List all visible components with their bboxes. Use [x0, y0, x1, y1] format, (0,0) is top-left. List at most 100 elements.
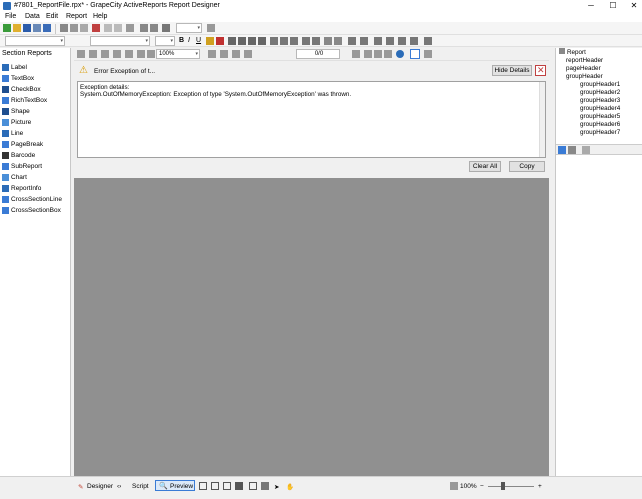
tree-item[interactable]: groupHeader5 — [580, 113, 620, 120]
tree-item[interactable]: groupHeader — [566, 73, 603, 80]
tool-label[interactable]: Label — [2, 63, 68, 74]
grid-icon[interactable] — [410, 37, 418, 45]
refresh-icon[interactable] — [396, 50, 404, 58]
save-all-icon[interactable] — [33, 24, 41, 32]
pan-icon[interactable] — [207, 24, 215, 32]
tree-item[interactable]: groupHeader4 — [580, 105, 620, 112]
order-icon[interactable] — [386, 37, 394, 45]
find-preview-icon[interactable] — [125, 50, 133, 58]
pointer-icon[interactable]: ➤ — [274, 483, 279, 491]
hand-tool-icon[interactable]: ✋ — [286, 483, 294, 491]
maximize-button[interactable]: ☐ — [606, 0, 620, 12]
align-justify-icon[interactable] — [258, 37, 266, 45]
zoom-in-button[interactable]: + — [538, 483, 542, 490]
tool-picture[interactable]: Picture — [2, 118, 68, 129]
new-icon[interactable] — [3, 24, 11, 32]
tool-richtextbox[interactable]: RichTextBox — [2, 96, 68, 107]
back-icon[interactable] — [374, 50, 382, 58]
font-combo[interactable]: ▾ — [90, 36, 150, 46]
tool-pagebreak[interactable]: PageBreak — [2, 140, 68, 151]
layout-icon[interactable] — [348, 37, 356, 45]
font-size-combo[interactable]: ▾ — [155, 36, 175, 46]
forward-icon[interactable] — [384, 50, 392, 58]
paste-icon[interactable] — [80, 24, 88, 32]
align-top-icon[interactable] — [270, 37, 278, 45]
hide-details-button[interactable]: Hide Details — [492, 65, 532, 76]
menu-file[interactable]: File — [5, 13, 16, 20]
toc-icon[interactable] — [77, 50, 85, 58]
lock-icon[interactable] — [424, 37, 432, 45]
tree-item[interactable]: pageHeader — [566, 65, 601, 72]
menu-edit[interactable]: Edit — [46, 13, 58, 20]
tool-textbox[interactable]: TextBox — [2, 74, 68, 85]
bullets-icon[interactable] — [302, 37, 310, 45]
multi-page-icon[interactable] — [220, 50, 228, 58]
align-right-icon[interactable] — [248, 37, 256, 45]
layout4-icon[interactable] — [235, 482, 243, 490]
single-page-icon[interactable] — [208, 50, 216, 58]
scrollbar[interactable] — [539, 82, 545, 157]
highlight-icon[interactable] — [206, 37, 214, 45]
align-left-icon[interactable] — [228, 37, 236, 45]
previous-page-icon[interactable] — [244, 50, 252, 58]
snap-icon[interactable] — [398, 37, 406, 45]
menu-report[interactable]: Report — [66, 13, 87, 20]
size-icon[interactable] — [360, 37, 368, 45]
tab-preview[interactable]: 🔍 Preview — [155, 480, 195, 491]
tool-crosssectionbox[interactable]: CrossSectionBox — [2, 206, 68, 217]
copy-icon[interactable] — [70, 24, 78, 32]
tree-item[interactable]: reportHeader — [566, 57, 603, 64]
bold-button[interactable]: B — [179, 37, 184, 44]
cut-icon[interactable] — [60, 24, 68, 32]
copy-button[interactable]: Copy — [509, 161, 545, 172]
tool-reportinfo[interactable]: ReportInfo — [2, 184, 68, 195]
copy-preview-icon[interactable] — [113, 50, 121, 58]
tab-script[interactable]: Script — [132, 483, 149, 490]
font-size-icon[interactable] — [162, 24, 170, 32]
tool-chart[interactable]: Chart — [2, 173, 68, 184]
indent-icon[interactable] — [324, 37, 332, 45]
tree-root[interactable]: Report — [559, 48, 586, 56]
first-page-icon[interactable] — [232, 50, 240, 58]
minimize-button[interactable]: ─ — [584, 0, 598, 12]
clear-all-button[interactable]: Clear All — [469, 161, 501, 172]
categorized-icon[interactable] — [558, 146, 566, 154]
menu-data[interactable]: Data — [25, 13, 40, 20]
style-combo[interactable]: ▾ — [5, 36, 65, 46]
zoom-out-button[interactable]: − — [480, 483, 484, 490]
preview-canvas[interactable] — [74, 178, 549, 476]
tool-crosssectionline[interactable]: CrossSectionLine — [2, 195, 68, 206]
space-icon[interactable] — [374, 37, 382, 45]
layout1-icon[interactable] — [199, 482, 207, 490]
layout2-icon[interactable] — [211, 482, 219, 490]
zoom-combo[interactable]: ▾ — [176, 23, 202, 33]
numbering-icon[interactable] — [312, 37, 320, 45]
tool-checkbox[interactable]: CheckBox — [2, 85, 68, 96]
menu-help[interactable]: Help — [93, 13, 107, 20]
find-icon[interactable] — [126, 24, 134, 32]
property-pages-icon[interactable] — [582, 146, 590, 154]
edit-icon[interactable] — [424, 50, 432, 58]
close-error-button[interactable]: ✕ — [535, 65, 546, 76]
layout6-icon[interactable] — [261, 482, 269, 490]
outdent-icon[interactable] — [334, 37, 342, 45]
tree-item[interactable]: groupHeader1 — [580, 81, 620, 88]
page-setup-icon[interactable] — [101, 50, 109, 58]
layout3-icon[interactable] — [223, 482, 231, 490]
underline-button[interactable]: U — [196, 37, 201, 44]
next-page-icon[interactable] — [352, 50, 360, 58]
zoom-out-icon[interactable] — [150, 24, 158, 32]
font-color-icon[interactable] — [216, 37, 224, 45]
align-middle-icon[interactable] — [280, 37, 288, 45]
save-icon[interactable] — [23, 24, 31, 32]
tool-subreport[interactable]: SubReport — [2, 162, 68, 173]
redo-icon[interactable] — [114, 24, 122, 32]
zoom-out-preview-icon[interactable] — [137, 50, 145, 58]
tool-barcode[interactable]: Barcode — [2, 151, 68, 162]
hand-icon[interactable] — [410, 49, 420, 59]
print-preview-icon[interactable] — [89, 50, 97, 58]
tab-designer[interactable]: Designer — [87, 483, 113, 490]
align-bottom-icon[interactable] — [290, 37, 298, 45]
zoom-slider-thumb[interactable] — [501, 482, 505, 490]
tree-item[interactable]: groupHeader3 — [580, 97, 620, 104]
